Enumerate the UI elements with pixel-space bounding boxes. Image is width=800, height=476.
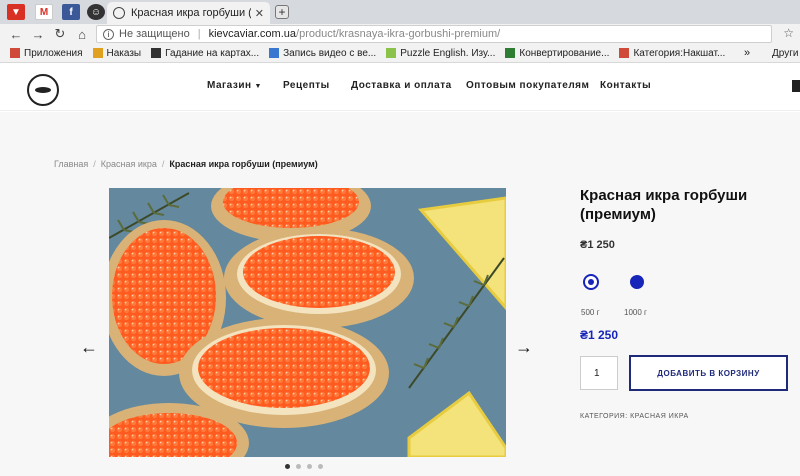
nav-wholesale[interactable]: Оптовым покупателям <box>466 80 589 91</box>
forward-arrow-icon[interactable]: → <box>30 26 46 42</box>
tab-close-icon[interactable]: ✕ <box>255 7 264 20</box>
fish-logo-icon <box>35 87 51 93</box>
security-label: Не защищено <box>119 28 190 40</box>
url-host: kievcaviar.com.ua <box>208 28 297 40</box>
info-icon[interactable]: i <box>103 28 114 40</box>
bookmark-label: Puzzle English. Изу... <box>400 47 496 59</box>
bookmark-label: Категория:Накшат... <box>633 47 726 59</box>
bookmark-label: Приложения <box>24 47 83 59</box>
site-header: Магазин ▼ Рецепты Доставка и оплата Оптов… <box>0 63 800 111</box>
nav-shop[interactable]: Магазин ▼ <box>207 80 262 91</box>
cart-icon[interactable] <box>792 80 800 92</box>
pinned-tab-opera-icon[interactable]: ▼ <box>7 4 25 20</box>
product-page: Главная / Красная икра / Красная икра горбуш… <box>0 112 800 476</box>
chevron-down-icon: ▼ <box>254 83 262 90</box>
bookmarks-bar: Приложения Наказы Гадание на картах... Запи… <box>0 44 800 63</box>
url-path: /product/krasnaya-ikra-gorbushi-premium/ <box>296 28 501 40</box>
breadcrumb-current: Красная икра горбуши (премиум) <box>169 159 318 169</box>
nav-contacts[interactable]: Контакты <box>600 80 651 91</box>
bookmark-item[interactable]: Приложения <box>10 48 83 59</box>
tab-title: Красная икра горбуши (премиум) <box>131 7 251 19</box>
nav-shop-label: Магазин <box>207 80 252 91</box>
breadcrumb-separator: / <box>161 159 165 169</box>
gallery-dot[interactable] <box>318 464 323 469</box>
bookmark-label: Гадание на картах... <box>165 47 260 59</box>
quantity-input[interactable]: 1 <box>580 356 618 390</box>
puzzle-icon <box>386 48 397 58</box>
gallery-dot[interactable] <box>307 464 312 469</box>
product-photo[interactable] <box>109 188 506 457</box>
new-tab-button[interactable]: + <box>275 5 289 19</box>
address-bar[interactable]: i Не защищено | kievcaviar.com.ua /produ… <box>96 25 772 43</box>
reload-icon[interactable]: ↻ <box>52 26 68 42</box>
pinned-tab-app-icon[interactable]: ☺ <box>87 4 105 20</box>
selected-variant-price: ₴1 250 <box>580 328 619 342</box>
gallery-next-arrow-icon[interactable]: → <box>515 337 533 358</box>
bookmark-star-icon[interactable]: ☆ <box>783 26 794 40</box>
gallery-dots <box>285 464 323 469</box>
breadcrumb-category[interactable]: Красная икра <box>101 159 157 169</box>
browser-tab-strip: ▼ M f ☺ Красная икра горбуши (премиум) ✕… <box>0 0 800 24</box>
bookmark-label: Наказы <box>106 47 142 59</box>
apps-icon <box>10 48 20 58</box>
back-arrow-icon[interactable]: ← <box>8 26 24 42</box>
bookmark-item[interactable]: Наказы <box>92 47 142 59</box>
browser-toolbar: ← → ↻ ⌂ i Не защищено | kievcaviar.com.u… <box>0 24 800 44</box>
pinned-tab-gmail-icon[interactable]: M <box>35 4 53 20</box>
bookmark-label: Конвертирование... <box>519 47 610 59</box>
bookmark-item[interactable]: Конвертирование... <box>505 48 609 59</box>
bookmark-icon <box>92 48 103 58</box>
bookmark-item[interactable]: Запись видео с ве... <box>269 48 376 59</box>
bookmark-item[interactable]: Категория:Накшат... <box>619 48 725 59</box>
other-bookmarks[interactable]: Други <box>772 48 798 59</box>
home-icon[interactable]: ⌂ <box>74 26 90 42</box>
bookmark-item[interactable]: Гадание на картах... <box>151 48 259 59</box>
tab-favicon-icon <box>113 7 125 19</box>
bookmarks-overflow-icon[interactable]: » <box>744 47 750 59</box>
caviar-toast-image <box>109 188 506 457</box>
bookmark-item[interactable]: Puzzle English. Изу... <box>386 48 495 59</box>
product-category: КАТЕГОРИЯ: КРАСНАЯ ИКРА <box>580 413 689 420</box>
variant-500g-radio[interactable] <box>583 274 599 290</box>
breadcrumb-home[interactable]: Главная <box>54 159 88 169</box>
gallery-dot[interactable] <box>296 464 301 469</box>
convert-icon <box>505 48 516 58</box>
variant-1000g-radio[interactable] <box>630 275 644 289</box>
gallery-dot[interactable] <box>285 464 290 469</box>
address-separator: | <box>197 28 201 40</box>
site-logo[interactable] <box>27 74 59 106</box>
category-label: КАТЕГОРИЯ: <box>580 413 628 420</box>
bookmark-label: Запись видео с ве... <box>283 47 377 59</box>
nav-recipes[interactable]: Рецепты <box>283 80 330 91</box>
video-icon <box>269 48 280 58</box>
active-tab[interactable]: Красная икра горбуши (премиум) ✕ <box>107 2 270 24</box>
breadcrumb: Главная / Красная икра / Красная икра горбуш… <box>54 159 318 169</box>
wiki-icon <box>619 48 630 58</box>
pinned-tab-facebook-icon[interactable]: f <box>62 4 80 20</box>
category-link[interactable]: КРАСНАЯ ИКРА <box>630 413 689 420</box>
nav-delivery[interactable]: Доставка и оплата <box>351 80 452 91</box>
gallery-prev-arrow-icon[interactable]: ← <box>80 337 98 358</box>
cards-icon <box>151 48 162 58</box>
variant-500g-label: 500 г <box>581 308 600 317</box>
product-title: Красная икра горбуши (премиум) <box>580 187 748 223</box>
product-price: ₴1 250 <box>580 239 615 251</box>
add-to-cart-button[interactable]: ДОБАВИТЬ В КОРЗИНУ <box>629 355 788 391</box>
breadcrumb-separator: / <box>93 159 96 169</box>
variant-1000g-label: 1000 г <box>624 308 647 317</box>
